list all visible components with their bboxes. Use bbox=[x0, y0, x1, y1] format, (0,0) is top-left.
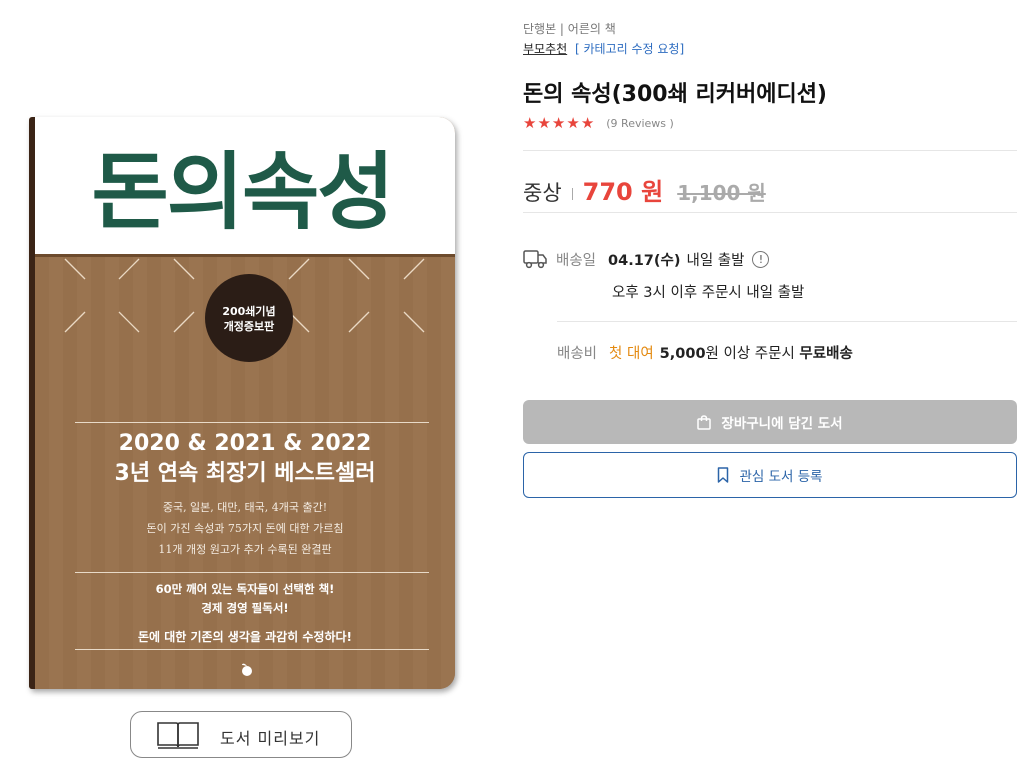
book-cover-image: 돈의속성 200쇄기념 개정증보판 2020 & 2021 & 2022 3년 … bbox=[29, 117, 455, 689]
cover-quote-line-2: 경제 경영 필독서! bbox=[201, 601, 289, 615]
format-line: 단행본 | 어른의 책 bbox=[523, 22, 616, 36]
cart-button[interactable]: 장바구니에 담긴 도서 bbox=[523, 400, 1017, 444]
star-icon: ★ bbox=[551, 114, 566, 132]
page-title: 돈의 속성(300쇄 리커버에디션) bbox=[523, 82, 827, 107]
cover-sub-line-2: 돈이 가진 속성과 75가지 돈에 대한 가르침 bbox=[146, 522, 344, 535]
price-row: 중상 770 원 1,100 원 bbox=[523, 172, 766, 207]
cart-button-label: 장바구니에 담긴 도서 bbox=[721, 416, 843, 432]
book-preview-button[interactable]: 도서 미리보기 bbox=[130, 711, 352, 758]
star-icon: ★ bbox=[580, 114, 595, 132]
bookmark-icon bbox=[718, 467, 729, 483]
divider bbox=[523, 150, 1017, 151]
shipping-fee-text: 원 이상 주문시 bbox=[705, 346, 795, 362]
shipping-status: 내일 출발 bbox=[686, 252, 745, 269]
cover-badge: 200쇄기념 개정증보판 bbox=[205, 274, 293, 362]
category-edit-request-link[interactable]: [ 카테고리 수정 요청] bbox=[575, 42, 684, 56]
divider bbox=[557, 321, 1017, 322]
shipping-date-row: 배송일 04.17(수) 내일 출발 ! bbox=[523, 248, 770, 270]
cover-sub-line-3: 11개 개정 원고가 추가 수록된 완결판 bbox=[158, 543, 332, 556]
shipping-date: 04.17(수) bbox=[608, 252, 681, 269]
preview-button-label: 도서 미리보기 bbox=[220, 729, 321, 748]
publisher-logo-icon bbox=[242, 663, 252, 676]
free-shipping-label: 무료배송 bbox=[799, 346, 853, 362]
shopping-bag-icon bbox=[697, 414, 712, 430]
free-shipping-threshold: 5,000 bbox=[659, 346, 706, 362]
category-link[interactable]: 부모추천 bbox=[523, 42, 567, 56]
badge-line-2: 개정증보판 bbox=[223, 320, 275, 333]
cover-rule bbox=[75, 422, 429, 423]
shipping-fee-label: 배송비 bbox=[557, 346, 598, 362]
shipping-fee-row: 배송비 첫 대여 5,000원 이상 주문시 무료배송 bbox=[557, 342, 853, 363]
cover-rule bbox=[75, 649, 429, 650]
wishlist-button[interactable]: 관심 도서 등록 bbox=[523, 452, 1017, 498]
badge-line-1: 200쇄기념 bbox=[222, 305, 276, 318]
cover-quote-line-3: 돈에 대한 기존의 생각을 과감히 수정하다! bbox=[137, 630, 353, 644]
wishlist-button-label: 관심 도서 등록 bbox=[739, 469, 823, 485]
cover-subtext: 중국, 일본, 대만, 태국, 4개국 출간! 돈이 가진 속성과 75가지 돈… bbox=[35, 497, 455, 560]
star-rating: ★ ★ ★ ★ ★ bbox=[523, 116, 594, 131]
cover-title: 돈의속성 bbox=[91, 143, 394, 241]
sale-price: 770 원 bbox=[582, 178, 664, 206]
divider bbox=[523, 212, 1017, 213]
cover-quote-line-1: 60만 깨어 있는 독자들이 선택한 책! bbox=[155, 582, 335, 596]
separator bbox=[571, 188, 573, 200]
review-count[interactable]: (9 Reviews ) bbox=[606, 117, 674, 130]
star-icon: ★ bbox=[523, 114, 537, 132]
cover-headline-years: 2020 & 2021 & 2022 bbox=[118, 431, 372, 456]
first-rental-highlight: 첫 대여 bbox=[609, 346, 654, 362]
cover-headline-bestseller: 3년 연속 최장기 베스트셀러 bbox=[114, 461, 376, 486]
condition-grade: 중상 bbox=[523, 181, 562, 205]
cover-spine bbox=[29, 117, 35, 689]
cover-rule bbox=[75, 572, 429, 573]
cover-sub-line-1: 중국, 일본, 대만, 태국, 4개국 출간! bbox=[162, 501, 328, 514]
delivery-truck-icon bbox=[523, 250, 547, 269]
cover-headline: 2020 & 2021 & 2022 3년 연속 최장기 베스트셀러 bbox=[35, 429, 455, 489]
original-price: 1,100 원 bbox=[677, 181, 766, 205]
star-icon: ★ bbox=[537, 114, 551, 132]
shipping-note: 오후 3시 이후 주문시 내일 출발 bbox=[612, 285, 805, 301]
category-line: 부모추천 [ 카테고리 수정 요청] bbox=[523, 40, 684, 57]
open-book-icon bbox=[157, 722, 199, 749]
rating: ★ ★ ★ ★ ★ (9 Reviews ) bbox=[523, 116, 674, 131]
star-icon: ★ bbox=[566, 114, 580, 132]
cover-quote: 60만 깨어 있는 독자들이 선택한 책! 경제 경영 필독서! 돈에 대한 기… bbox=[35, 580, 455, 647]
shipping-date-label: 배송일 bbox=[556, 252, 597, 269]
info-icon[interactable]: ! bbox=[752, 250, 770, 268]
